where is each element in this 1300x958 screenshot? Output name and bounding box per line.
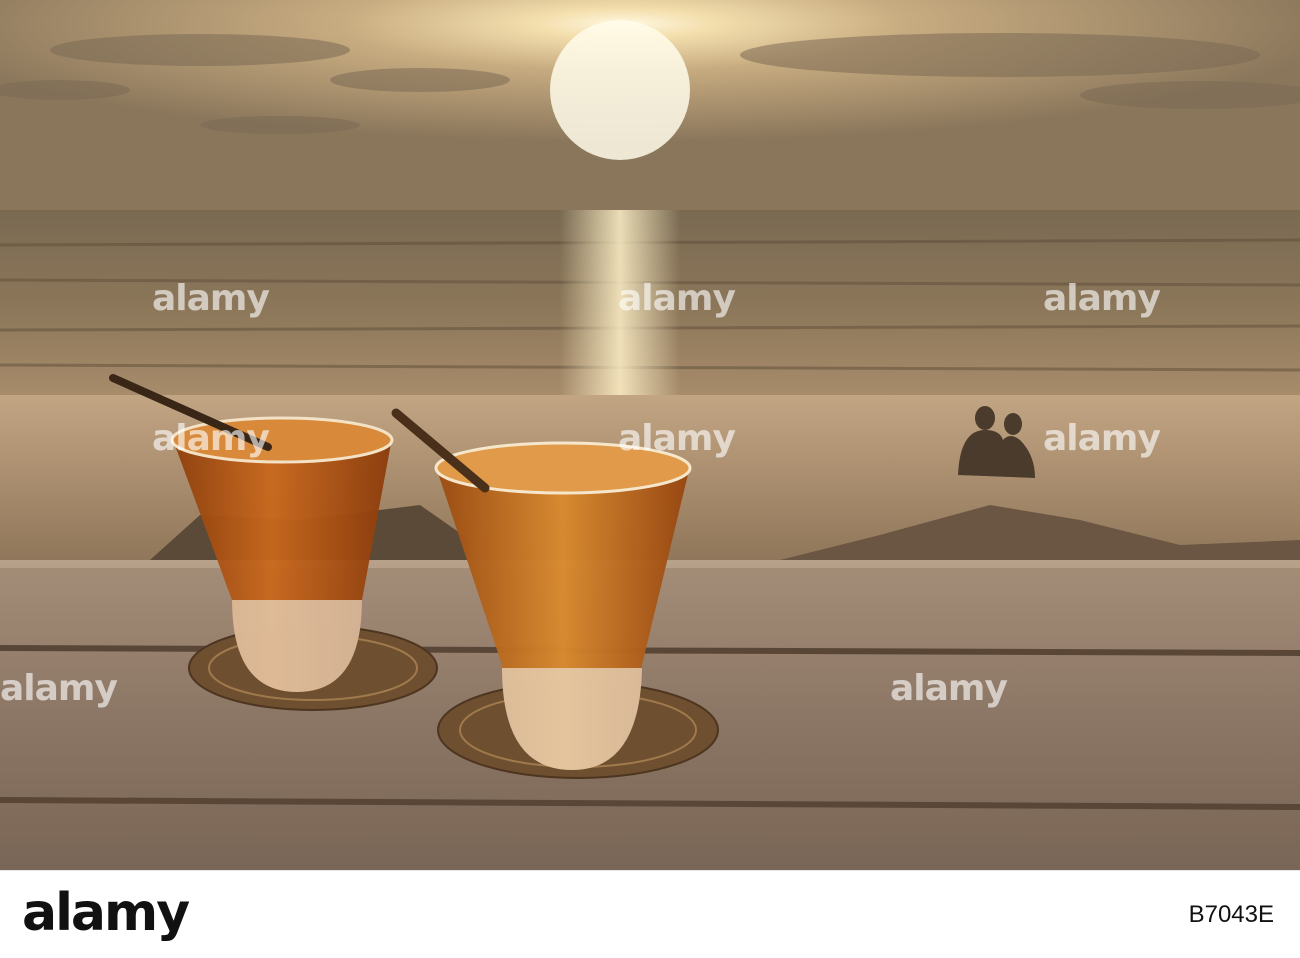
footer-bar: alamy B7043E (0, 870, 1300, 958)
footer-logo[interactable]: alamy (22, 883, 190, 943)
watermark-text: alamy (618, 278, 736, 319)
watermark-text: alamy (618, 418, 736, 459)
watermark-text: alamy (890, 668, 1008, 709)
sun (550, 20, 690, 160)
photo: alamy alamy alamy alamy alamy alamy alam… (0, 0, 1300, 870)
watermark-text: alamy (1043, 278, 1161, 319)
watermark-text: alamy (152, 278, 270, 319)
watermark-text: alamy (1043, 418, 1161, 459)
watermark-text: alamy (0, 668, 118, 709)
image-id: B7043E (1188, 901, 1274, 928)
watermark-text: alamy (152, 418, 270, 459)
